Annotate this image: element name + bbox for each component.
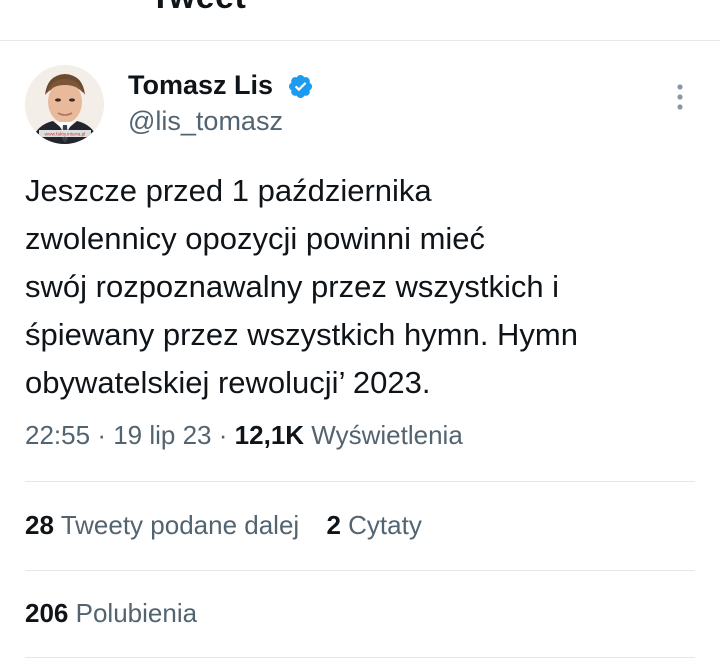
engagement-stats: 28 Tweety podane dalej 2 Cytaty xyxy=(25,510,422,541)
meta-separator: · xyxy=(97,420,106,450)
divider xyxy=(25,481,695,482)
likes-label: Polubienia xyxy=(75,598,198,628)
tweet-meta: 22:55 · 19 lip 23 · 12,1K Wyświetlenia xyxy=(25,420,463,451)
tweet-text-line: śpiewany przez wszystkich hymn. Hymn xyxy=(25,317,578,352)
divider xyxy=(25,570,695,571)
quotes-count: 2 xyxy=(326,510,341,540)
views-count: 12,1K xyxy=(234,420,305,450)
avatar[interactable]: www.fakty.interia.pl xyxy=(25,65,104,144)
back-arrow-icon[interactable] xyxy=(24,0,54,4)
avatar-photo: www.fakty.interia.pl xyxy=(25,65,104,144)
author-name[interactable]: Tomasz Lis xyxy=(128,70,273,101)
tweet-date[interactable]: 19 lip 23 xyxy=(113,420,211,450)
tweet-text-line: swój rozpoznawalny przez wszystkich i xyxy=(25,269,560,304)
likes-stat[interactable]: 206 Polubienia xyxy=(25,598,197,629)
author-handle[interactable]: @lis_tomasz xyxy=(128,106,283,137)
top-header: Tweet xyxy=(0,0,720,41)
retweets-stat[interactable]: 28 Tweety podane dalej xyxy=(25,510,299,541)
divider xyxy=(25,657,695,658)
verified-badge-icon xyxy=(288,74,313,99)
tweet-text: Jeszcze przed 1 października zwolennicy … xyxy=(25,167,705,407)
retweets-count: 28 xyxy=(25,510,54,540)
meta-separator: · xyxy=(218,420,228,450)
views-label: Wyświetlenia xyxy=(311,420,463,450)
tweet-text-line: Jeszcze przed 1 października xyxy=(25,173,432,208)
retweets-label: Tweety podane dalej xyxy=(60,510,300,540)
quotes-label: Cytaty xyxy=(348,510,422,540)
tweet-text-line: obywatelskiej rewolucji’ 2023. xyxy=(25,365,431,400)
likes-stats: 206 Polubienia xyxy=(25,598,197,629)
page-title: Tweet xyxy=(150,0,246,17)
more-vertical-icon[interactable] xyxy=(666,80,694,114)
avatar-watermark: www.fakty.interia.pl xyxy=(45,132,86,138)
likes-count: 206 xyxy=(25,598,69,628)
tweet-text-line: zwolennicy opozycji powinni mieć xyxy=(25,221,486,256)
tweet-time[interactable]: 22:55 xyxy=(25,420,90,450)
quotes-stat[interactable]: 2 Cytaty xyxy=(326,510,421,541)
